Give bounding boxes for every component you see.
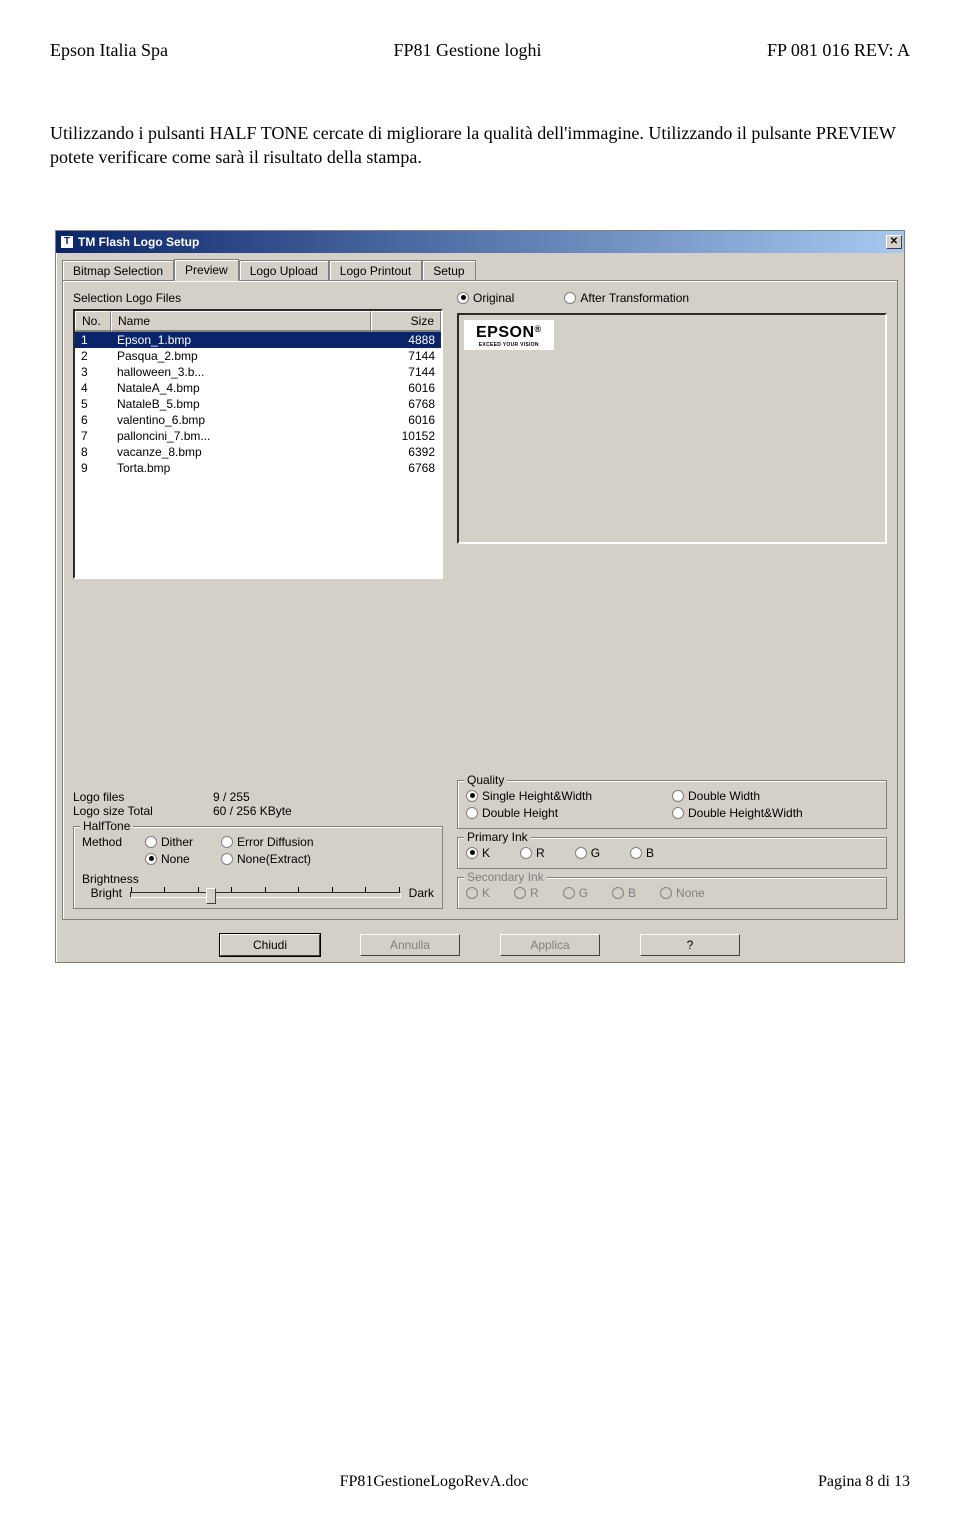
table-row[interactable]: 8vacanze_8.bmp6392 bbox=[75, 444, 441, 460]
col-no[interactable]: No. bbox=[75, 311, 111, 331]
radio-dither[interactable]: Dither bbox=[145, 835, 193, 849]
apply-button[interactable]: Applica bbox=[500, 934, 600, 956]
header-left: Epson Italia Spa bbox=[50, 40, 168, 61]
table-row[interactable]: 3halloween_3.b...7144 bbox=[75, 364, 441, 380]
table-row[interactable]: 5NataleB_5.bmp6768 bbox=[75, 396, 441, 412]
help-button[interactable]: ? bbox=[640, 934, 740, 956]
preview-pane: EPSON® EXCEED YOUR VISION bbox=[457, 313, 887, 545]
files-value: 9 / 255 bbox=[213, 790, 250, 804]
table-row[interactable]: 9Torta.bmp6768 bbox=[75, 460, 441, 476]
app-icon: T bbox=[60, 235, 74, 249]
tab-logo-printout[interactable]: Logo Printout bbox=[329, 260, 422, 282]
titlebar[interactable]: T TM Flash Logo Setup ✕ bbox=[56, 231, 904, 253]
radio-double-height[interactable]: Double Height bbox=[466, 806, 662, 820]
brightness-label: Brightness bbox=[82, 872, 434, 886]
doc-footer: FP81GestioneLogoRevA.doc Pagina 8 di 13 bbox=[50, 1473, 910, 1491]
tab-preview[interactable]: Preview bbox=[174, 259, 239, 281]
bright-label: Bright bbox=[82, 886, 122, 900]
size-label: Logo size Total bbox=[73, 804, 213, 818]
radio-error-diffusion[interactable]: Error Diffusion bbox=[221, 835, 313, 849]
radio-none: None bbox=[660, 886, 705, 900]
radio-none-extract-[interactable]: None(Extract) bbox=[221, 852, 313, 866]
tab-body: Selection Logo Files No. Name Size 1Epso… bbox=[62, 280, 898, 920]
files-label: Logo files bbox=[73, 790, 213, 804]
tab-bitmap-selection[interactable]: Bitmap Selection bbox=[62, 260, 174, 282]
quality-group: Quality Single Height&WidthDouble WidthD… bbox=[457, 780, 887, 829]
radio-b: B bbox=[612, 886, 636, 900]
brightness-slider[interactable] bbox=[130, 892, 401, 898]
tab-strip: Bitmap SelectionPreviewLogo UploadLogo P… bbox=[62, 259, 898, 281]
table-row[interactable]: 7palloncini_7.bm...10152 bbox=[75, 428, 441, 444]
radio-b[interactable]: B bbox=[630, 846, 654, 860]
radio-g: G bbox=[563, 886, 588, 900]
body-paragraph: Utilizzando i pulsanti HALF TONE cercate… bbox=[50, 121, 910, 170]
halftone-group: HalfTone Method DitherError DiffusionNon… bbox=[73, 826, 443, 909]
radio-k[interactable]: K bbox=[466, 846, 490, 860]
list-caption: Selection Logo Files bbox=[73, 291, 443, 305]
tab-logo-upload[interactable]: Logo Upload bbox=[239, 260, 329, 282]
method-label: Method bbox=[82, 835, 137, 849]
footer-file: FP81GestioneLogoRevA.doc bbox=[340, 1473, 529, 1491]
radio-after-transformation[interactable]: After Transformation bbox=[564, 291, 689, 305]
doc-header: Epson Italia Spa FP81 Gestione loghi FP … bbox=[50, 40, 910, 61]
table-row[interactable]: 1Epson_1.bmp4888 bbox=[75, 332, 441, 348]
close-icon[interactable]: ✕ bbox=[886, 235, 902, 249]
logo-file-list[interactable]: No. Name Size 1Epson_1.bmp48882Pasqua_2.… bbox=[73, 309, 443, 579]
size-value: 60 / 256 KByte bbox=[213, 804, 292, 818]
radio-original[interactable]: Original bbox=[457, 291, 514, 305]
window-title: TM Flash Logo Setup bbox=[78, 235, 199, 249]
header-center: FP81 Gestione loghi bbox=[393, 40, 541, 61]
radio-double-width[interactable]: Double Width bbox=[672, 789, 868, 803]
table-row[interactable]: 6valentino_6.bmp6016 bbox=[75, 412, 441, 428]
table-row[interactable]: 2Pasqua_2.bmp7144 bbox=[75, 348, 441, 364]
radio-single-height-width[interactable]: Single Height&Width bbox=[466, 789, 662, 803]
col-size[interactable]: Size bbox=[371, 311, 441, 331]
radio-r: R bbox=[514, 886, 539, 900]
header-right: FP 081 016 REV: A bbox=[767, 40, 910, 61]
col-name[interactable]: Name bbox=[111, 311, 371, 331]
logo-preview: EPSON® EXCEED YOUR VISION bbox=[464, 320, 554, 350]
secondary-ink-group: Secondary Ink KRGBNone bbox=[457, 877, 887, 909]
radio-double-height-width[interactable]: Double Height&Width bbox=[672, 806, 868, 820]
counts: Logo files 9 / 255 Logo size Total 60 / … bbox=[73, 790, 443, 818]
footer-page: Pagina 8 di 13 bbox=[818, 1473, 910, 1491]
dialog-window: T TM Flash Logo Setup ✕ Bitmap Selection… bbox=[55, 230, 905, 963]
halftone-legend: HalfTone bbox=[80, 819, 133, 833]
table-row[interactable]: 4NataleA_4.bmp6016 bbox=[75, 380, 441, 396]
primary-ink-group: Primary Ink KRGB bbox=[457, 837, 887, 869]
radio-g[interactable]: G bbox=[575, 846, 600, 860]
radio-r[interactable]: R bbox=[520, 846, 545, 860]
close-button[interactable]: Chiudi bbox=[220, 934, 320, 956]
tab-setup[interactable]: Setup bbox=[422, 260, 475, 282]
radio-none[interactable]: None bbox=[145, 852, 193, 866]
dark-label: Dark bbox=[409, 886, 434, 900]
cancel-button[interactable]: Annulla bbox=[360, 934, 460, 956]
radio-k: K bbox=[466, 886, 490, 900]
